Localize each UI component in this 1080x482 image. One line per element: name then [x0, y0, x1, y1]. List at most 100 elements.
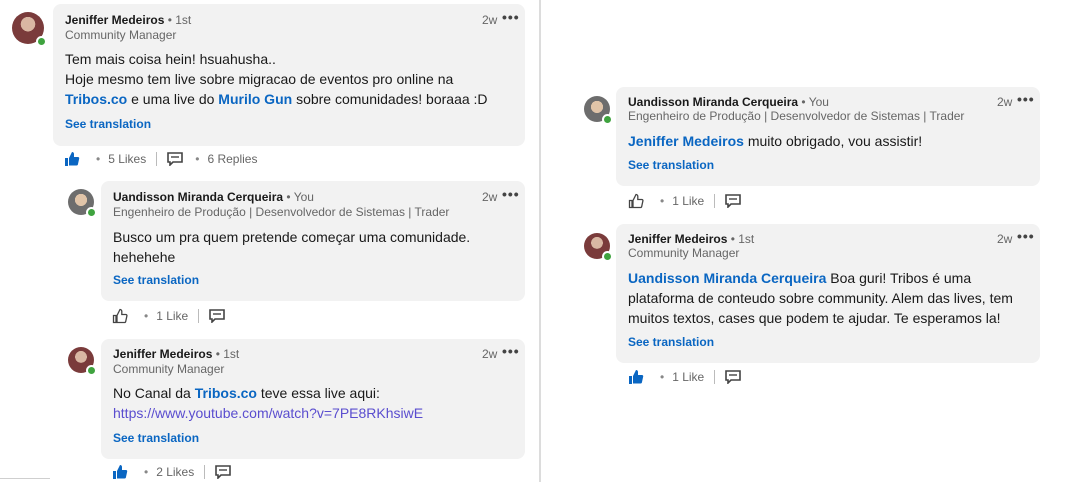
panel-divider — [539, 0, 541, 482]
reply-bubble: Jeniffer Medeiros • 1st Community Manage… — [101, 339, 525, 459]
see-translation-link[interactable]: See translation — [628, 158, 714, 172]
reply-bubble: Uandisson Miranda Cerqueira • You Engenh… — [101, 181, 525, 301]
mention-link[interactable]: Jeniffer Medeiros — [628, 133, 744, 149]
comment-time: 2w — [482, 190, 498, 204]
reply-count[interactable]: 6 Replies — [207, 152, 257, 166]
dot-separator: • — [195, 152, 200, 166]
comment-icon[interactable] — [209, 309, 226, 323]
comment-line: Jeniffer Medeiros muito obrigado, vou as… — [628, 131, 1028, 151]
comment-line: muitos textos, cases que podem te ajudar… — [628, 310, 1001, 326]
like-count[interactable]: 1 Like — [156, 309, 188, 323]
comment-text-segment: Boa guri! Tribos é uma — [826, 270, 972, 286]
youtube-link[interactable]: https://www.youtube.com/watch?v=7PE8RKhs… — [113, 403, 513, 423]
online-status-icon — [86, 365, 97, 376]
like-count[interactable]: 2 Likes — [156, 465, 194, 479]
action-separator — [714, 194, 716, 208]
comment-actions: • 2 Likes — [112, 462, 243, 482]
reply-bubble: Jeniffer Medeiros • 1st Community Manage… — [616, 224, 1040, 363]
avatar[interactable] — [584, 96, 613, 125]
comment-time: 2w — [482, 347, 498, 361]
mention-link[interactable]: Uandisson Miranda Cerqueira — [628, 270, 826, 286]
divider-line — [0, 478, 50, 479]
mention-link[interactable]: Murilo Gun — [218, 91, 292, 107]
comment-line: No Canal da Tribos.co teve essa live aqu… — [113, 383, 513, 403]
thumbs-up-icon[interactable] — [112, 308, 128, 324]
online-status-icon — [86, 207, 97, 218]
comment-text: Busco um pra quem pretende começar uma c… — [113, 227, 513, 267]
see-translation-link[interactable]: See translation — [113, 273, 199, 287]
comment-text-segment: No Canal da — [113, 385, 195, 401]
comment-icon[interactable] — [725, 370, 742, 384]
comment-line: Tribos.co e uma live do Murilo Gun sobre… — [65, 89, 505, 109]
comment-text: Jeniffer Medeiros muito obrigado, vou as… — [628, 131, 1028, 151]
comment-actions: • 5 Likes • 6 Replies — [64, 149, 257, 169]
comment-actions: • 1 Like — [112, 306, 237, 326]
comment-author[interactable]: Jeniffer Medeiros • 1st — [113, 347, 239, 361]
avatar[interactable] — [584, 233, 613, 262]
comment-icon[interactable] — [215, 465, 232, 479]
connection-degree: • 1st — [167, 13, 192, 27]
see-translation-link[interactable]: See translation — [113, 431, 199, 445]
see-translation-link[interactable]: See translation — [65, 117, 151, 131]
like-count[interactable]: 1 Like — [672, 370, 704, 384]
more-options-icon[interactable]: ••• — [1017, 91, 1035, 107]
comment-time: 2w — [482, 13, 498, 27]
thumbs-up-icon[interactable] — [112, 464, 128, 480]
more-options-icon[interactable]: ••• — [502, 9, 520, 25]
action-separator — [156, 152, 158, 166]
comment-actions: • 1 Like — [628, 367, 753, 387]
comment-icon[interactable] — [167, 152, 184, 166]
comment-text-segment: muito obrigado, vou assistir! — [743, 133, 923, 149]
more-options-icon[interactable]: ••• — [502, 343, 520, 359]
comment-author[interactable]: Uandisson Miranda Cerqueira • You — [113, 190, 314, 204]
avatar[interactable] — [68, 189, 97, 218]
comment-text-segment: e uma live do — [127, 91, 219, 107]
thumbs-up-icon[interactable] — [64, 151, 80, 167]
author-name[interactable]: Jeniffer Medeiros — [113, 347, 212, 361]
online-status-icon — [36, 36, 47, 47]
dot-separator: • — [660, 370, 665, 384]
comment-author[interactable]: Jeniffer Medeiros • 1st — [628, 232, 754, 246]
action-separator — [714, 370, 716, 384]
comment-text: Uandisson Miranda Cerqueira Boa guri! Tr… — [628, 268, 1033, 328]
more-options-icon[interactable]: ••• — [502, 186, 520, 202]
like-count[interactable]: 1 Like — [672, 194, 704, 208]
action-separator — [198, 309, 200, 323]
comment-author[interactable]: Uandisson Miranda Cerqueira • You — [628, 95, 829, 109]
comment-icon[interactable] — [725, 194, 742, 208]
comment-time: 2w — [997, 232, 1013, 246]
reply-bubble: Uandisson Miranda Cerqueira • You Engenh… — [616, 87, 1040, 186]
comment-bubble: Jeniffer Medeiros • 1st Community Manage… — [53, 4, 525, 146]
like-count[interactable]: 5 Likes — [108, 152, 146, 166]
thumbs-up-icon[interactable] — [628, 369, 644, 385]
more-options-icon[interactable]: ••• — [1017, 228, 1035, 244]
mention-link[interactable]: Tribos.co — [65, 91, 127, 107]
author-headline: Community Manager — [628, 246, 740, 260]
author-headline: Community Manager — [65, 28, 177, 42]
see-translation-link[interactable]: See translation — [628, 335, 714, 349]
comment-actions: • 1 Like — [628, 191, 753, 211]
author-name[interactable]: Uandisson Miranda Cerqueira — [113, 190, 283, 204]
dot-separator: • — [144, 465, 149, 479]
author-name[interactable]: Jeniffer Medeiros — [65, 13, 164, 27]
thumbs-up-icon[interactable] — [628, 193, 644, 209]
avatar[interactable] — [68, 347, 97, 376]
dot-separator: • — [96, 152, 101, 166]
connection-degree: • You — [286, 190, 314, 204]
comment-text: No Canal da Tribos.co teve essa live aqu… — [113, 383, 513, 423]
comment-author[interactable]: Jeniffer Medeiros • 1st — [65, 13, 191, 27]
mention-link[interactable]: Tribos.co — [195, 385, 257, 401]
avatar[interactable] — [12, 12, 47, 47]
author-headline: Engenheiro de Produção | Desenvolvedor d… — [628, 109, 965, 123]
connection-degree: • 1st — [215, 347, 240, 361]
comment-time: 2w — [997, 95, 1013, 109]
connection-degree: • You — [801, 95, 829, 109]
online-status-icon — [602, 114, 613, 125]
dot-separator: • — [144, 309, 149, 323]
author-name[interactable]: Jeniffer Medeiros — [628, 232, 727, 246]
comment-text-segment: sobre comunidades! boraaa :D — [292, 91, 488, 107]
author-name[interactable]: Uandisson Miranda Cerqueira — [628, 95, 798, 109]
connection-degree: • 1st — [730, 232, 755, 246]
author-headline: Engenheiro de Produção | Desenvolvedor d… — [113, 205, 450, 219]
comment-line: Hoje mesmo tem live sobre migracao de ev… — [65, 71, 454, 87]
